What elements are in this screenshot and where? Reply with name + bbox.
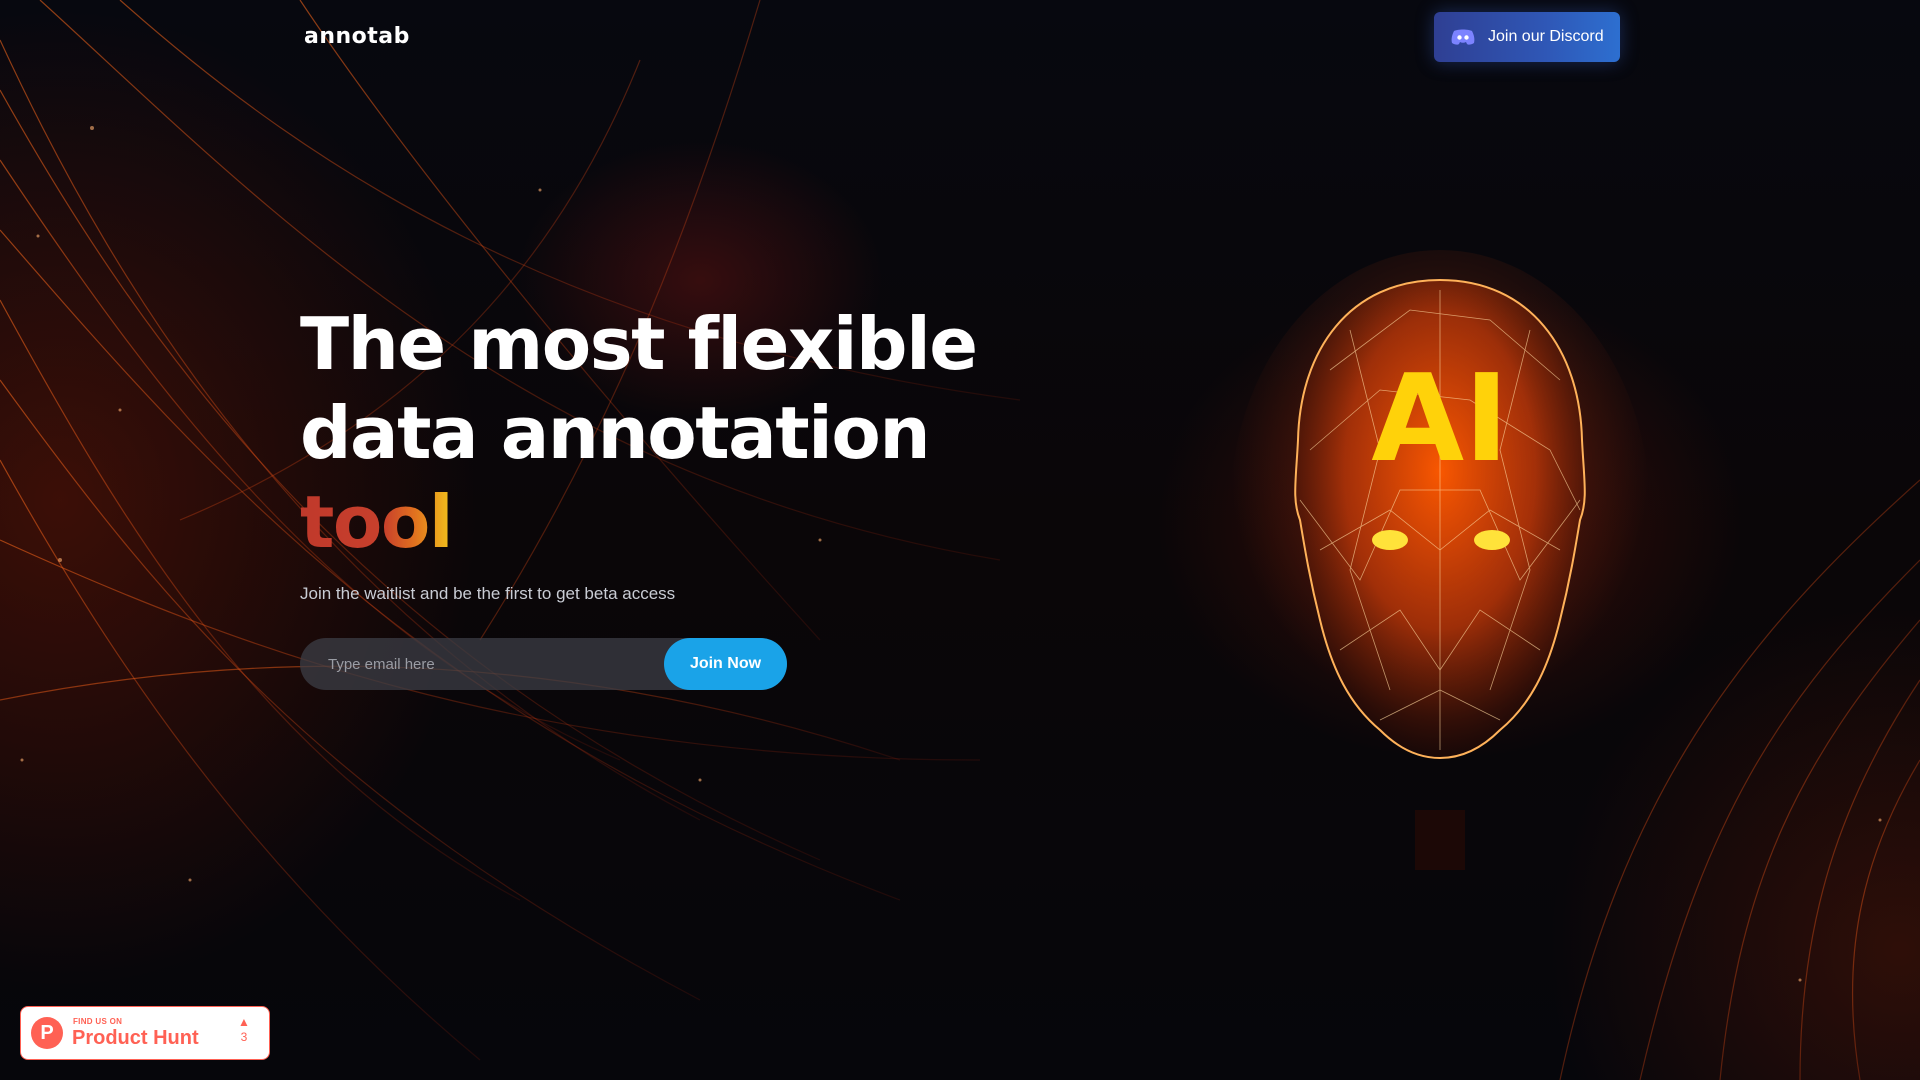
product-hunt-badge[interactable]: P FIND US ON Product Hunt ▲ 3 bbox=[20, 1006, 270, 1060]
hero-subtitle: Join the waitlist and be the first to ge… bbox=[300, 584, 676, 603]
hero-headline: The most flexible data annotation tool bbox=[300, 300, 978, 567]
ai-head-label: AI bbox=[1371, 350, 1509, 489]
product-hunt-title: Product Hunt bbox=[72, 1027, 199, 1049]
join-discord-button[interactable]: Join our Discord bbox=[1434, 12, 1620, 62]
join-now-button[interactable]: Join Now bbox=[664, 638, 787, 690]
headline-line-3: tool bbox=[300, 478, 977, 567]
upvote-arrow-icon: ▲ bbox=[238, 1015, 250, 1029]
product-hunt-find-us: FIND US ON bbox=[73, 1017, 123, 1026]
landing-page: annotab Join our Discord The most flexib… bbox=[0, 0, 1920, 1080]
discord-icon bbox=[1450, 28, 1476, 46]
email-input[interactable] bbox=[300, 638, 660, 690]
ai-head-illustration: AI bbox=[1230, 250, 1650, 870]
headline-line-1: The most flexible bbox=[300, 302, 978, 386]
product-hunt-logo-icon: P bbox=[31, 1017, 63, 1049]
upvote-count: 3 bbox=[240, 1030, 248, 1044]
join-discord-label: Join our Discord bbox=[1488, 28, 1604, 45]
logo[interactable]: annotab bbox=[304, 24, 410, 49]
product-hunt-upvote: ▲ 3 bbox=[233, 1015, 255, 1045]
headline-accent: tool bbox=[300, 478, 454, 567]
waitlist-form: Join Now bbox=[300, 638, 787, 690]
headline-line-2: data annotation bbox=[300, 391, 931, 475]
